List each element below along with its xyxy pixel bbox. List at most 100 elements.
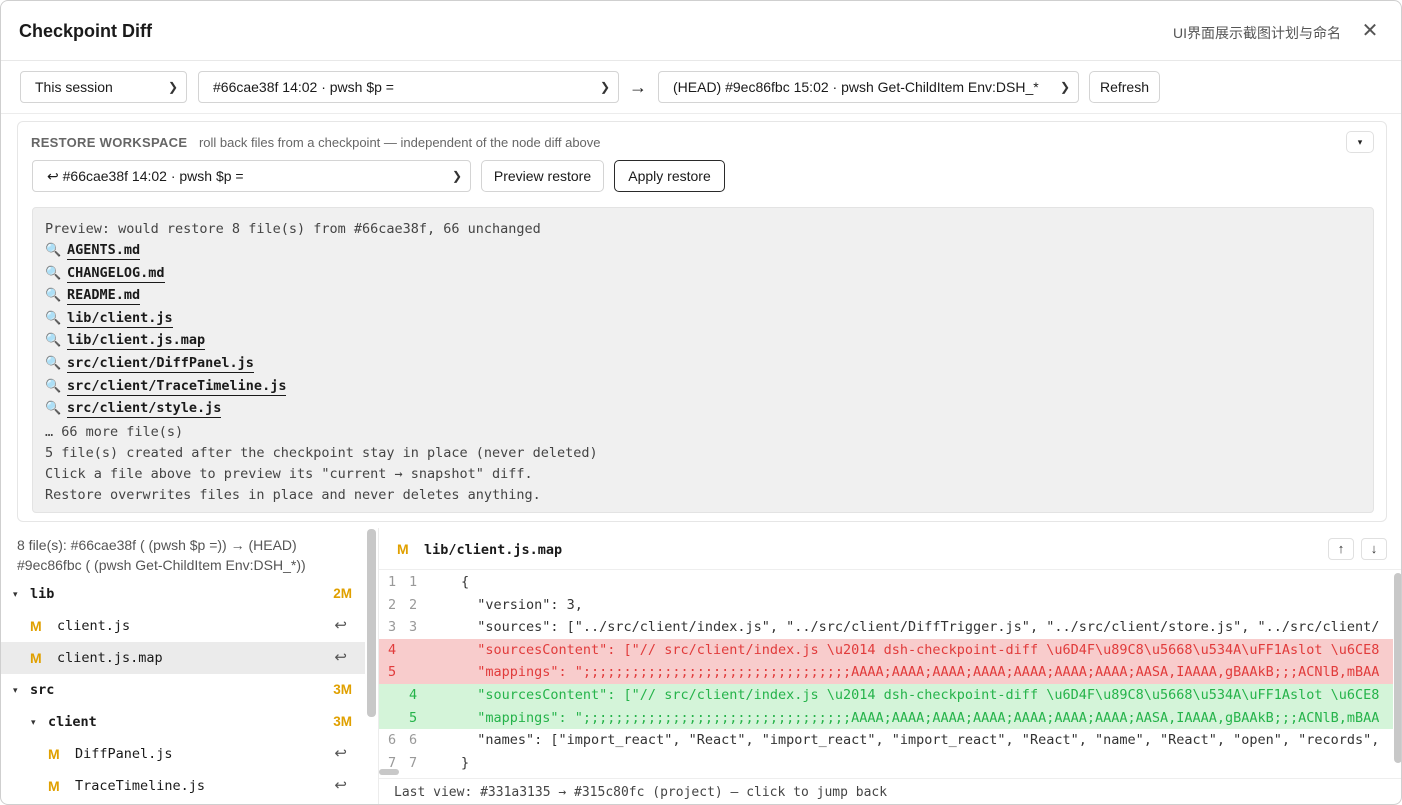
restore-file-icon[interactable]: ↩ [334,770,347,802]
new-line-number: 7 [409,754,418,771]
tree-file-item[interactable]: M TraceTimeline.js ↩ [1,770,365,802]
restore-heading: RESTORE WORKSPACE [31,135,188,150]
close-icon[interactable]: ✕ [1359,20,1381,42]
diff-line-context: 66 "names": ["import_react", "React", "i… [379,729,1393,752]
folder-change-count: 2M [333,586,352,601]
preview-file-name[interactable]: src/client/style.js [67,400,222,419]
diff-line-removed: 4 "sourcesContent": ["// src/client/inde… [379,638,1393,662]
tree-file-item[interactable]: Mclient.js.map ↩ [1,642,365,674]
caret-down-icon[interactable]: ▾ [31,706,36,738]
modified-mark: M [48,746,60,762]
preview-file-item: 🔍 README.md [45,285,1361,308]
diff-line-removed: 5 "mappings": ";;;;;;;;;;;;;;;;;;;;;;;;;… [379,661,1393,684]
preview-file-item: 🔍 src/client/style.js [45,398,1361,421]
scope-select[interactable]: This session ❯ [20,71,187,103]
preview-file-item: 🔍 CHANGELOG.md [45,263,1361,286]
tree-folder-src[interactable]: ▾ src 3M [1,674,365,706]
window-header: Checkpoint Diff UI界面展示截图计划与命名 ✕ [1,1,1401,61]
arrow-right-icon: → [629,77,647,97]
last-view-link[interactable]: Last view: #331a3135 → #315c80fc (projec… [379,778,1401,804]
diff-line-text: "mappings": ";;;;;;;;;;;;;;;;;;;;;;;;;;;… [461,709,1380,726]
folder-name: src [30,682,55,698]
tree-scrollbar[interactable] [367,529,376,717]
new-line-number: 2 [409,596,418,613]
tree-folder-lib[interactable]: ▾ lib 2M [1,578,365,610]
restore-heading-row: RESTORE WORKSPACE roll back files from a… [31,135,601,150]
diff-scrollbar[interactable] [1394,573,1401,763]
chevron-down-icon: ❯ [167,80,178,94]
magnifier-icon: 🔍 [45,401,62,417]
old-line-number: 2 [388,596,397,613]
restore-checkpoint-value: ↩ #66cae38f 14:02 · pwsh $p = [47,168,244,184]
preview-summary: Preview: would restore 8 file(s) from #6… [45,221,541,237]
new-line-number: 3 [409,619,418,636]
preview-file-link[interactable]: 🔍 lib/client.js [45,308,173,330]
preview-file-list: 🔍 AGENTS.md 🔍 CHANGELOG.md 🔍 README.md 🔍 lib/cl… [45,240,1361,421]
diff-line-text: "version": 3, [461,596,583,613]
diff-horizontal-scrollbar[interactable] [379,769,399,775]
diff-pane-header: M lib/client.js.map ↑ ↓ [379,528,1401,570]
tree-file-item[interactable]: M DiffPanel.js ↩ [1,738,365,770]
preview-file-link[interactable]: 🔍 src/client/TraceTimeline.js [45,376,287,398]
preview-file-item: 🔍 lib/client.js [45,308,1361,331]
scope-select-value: This session [35,79,113,95]
new-line-number: 4 [409,686,418,703]
apply-restore-button[interactable]: Apply restore [614,160,725,192]
magnifier-icon: 🔍 [45,288,62,304]
next-change-icon[interactable]: ↓ [1361,538,1387,560]
preview-file-name[interactable]: src/client/DiffPanel.js [67,354,254,373]
preview-file-link[interactable]: 🔍 AGENTS.md [45,240,141,262]
preview-file-link[interactable]: 🔍 lib/client.js.map [45,330,206,352]
diff-code: 1 1{2 2 "version": 3, 3 3 "sources": ["../sr… [379,571,1393,771]
refresh-button[interactable]: Refresh [1089,71,1160,103]
modified-mark: M [397,541,409,557]
preview-restore-button[interactable]: Preview restore [481,160,604,192]
preview-file-name[interactable]: AGENTS.md [67,242,141,260]
chevron-down-icon: ❯ [1059,80,1070,94]
preview-file-name[interactable]: lib/client.js.map [67,332,206,351]
preview-file-name[interactable]: README.md [67,287,141,306]
diff-line-context: 22 "version": 3, [379,594,1393,617]
restore-file-icon[interactable]: ↩ [334,738,347,770]
restore-file-icon[interactable]: ↩ [334,642,347,674]
preview-file-link[interactable]: 🔍 README.md [45,285,141,307]
magnifier-icon: 🔍 [45,310,62,326]
diff-line-added: 5 "mappings": ";;;;;;;;;;;;;;;;;;;;;;;;;… [379,706,1393,730]
chevron-down-icon: ❯ [599,80,610,94]
preview-file-link[interactable]: 🔍 src/client/style.js [45,398,222,420]
old-line-number: 4 [388,641,397,658]
magnifier-icon: 🔍 [45,243,62,258]
diff-line-text: "sources": ["../src/client/index.js", ".… [461,619,1380,636]
folder-name: client [48,714,97,730]
diff-line-context: 7 7} [379,752,1393,771]
to-checkpoint-value: (HEAD) #9ec86fbc 15:02 · pwsh Get-ChildI… [673,79,1039,95]
tree-file-item[interactable]: Mclient.js ↩ [1,610,365,642]
diff-pane: M lib/client.js.map ↑ ↓ 1 1 {2 2 "version":… [378,528,1401,804]
checkpoint-diff-window: Checkpoint Diff UI界面展示截图计划与命名 ✕ This ses… [0,0,1402,805]
preview-click-note: Click a file above to preview its "curre… [45,465,533,482]
preview-file-link[interactable]: 🔍 CHANGELOG.md [45,263,165,285]
preview-file-name[interactable]: lib/client.js [67,309,173,328]
preview-file-name[interactable]: CHANGELOG.md [67,264,165,283]
preview-file-name[interactable]: src/client/TraceTimeline.js [67,377,287,396]
preview-file-item: 🔍 src/client/TraceTimeline.js [45,376,1361,399]
to-checkpoint-select[interactable]: (HEAD) #9ec86fbc 15:02 · pwsh Get-ChildI… [658,71,1079,103]
folder-change-count: 3M [333,714,352,729]
old-line-number: 3 [388,619,397,636]
preview-file-item: 🔍 src/client/DiffPanel.js [45,353,1361,376]
magnifier-icon: 🔍 [45,265,62,281]
tree-folder-client[interactable]: ▾ client 3M [1,706,365,738]
collapse-toggle-icon[interactable]: ▾ [1346,131,1374,153]
restore-checkpoint-select[interactable]: ↩ #66cae38f 14:02 · pwsh $p = ❯ [32,160,471,192]
preview-created-note: 5 file(s) created after the checkpoint s… [45,444,598,461]
caret-down-icon[interactable]: ▾ [13,674,18,706]
caret-down-icon[interactable]: ▾ [13,578,18,610]
preview-file-link[interactable]: 🔍 src/client/DiffPanel.js [45,353,254,375]
diff-summary: 8 file(s): #66cae38f ( (pwsh $p =)) → (H… [17,535,357,575]
diff-line-context: 1 1 { [379,571,1393,594]
prev-change-icon[interactable]: ↑ [1328,538,1354,560]
restore-file-icon[interactable]: ↩ [334,610,347,642]
diff-line-text: "names": ["import_react", "React", "impo… [461,732,1380,749]
from-checkpoint-select[interactable]: #66cae38f 14:02 · pwsh $p = ❯ [198,71,619,103]
file-name: client.js.map [57,650,163,666]
